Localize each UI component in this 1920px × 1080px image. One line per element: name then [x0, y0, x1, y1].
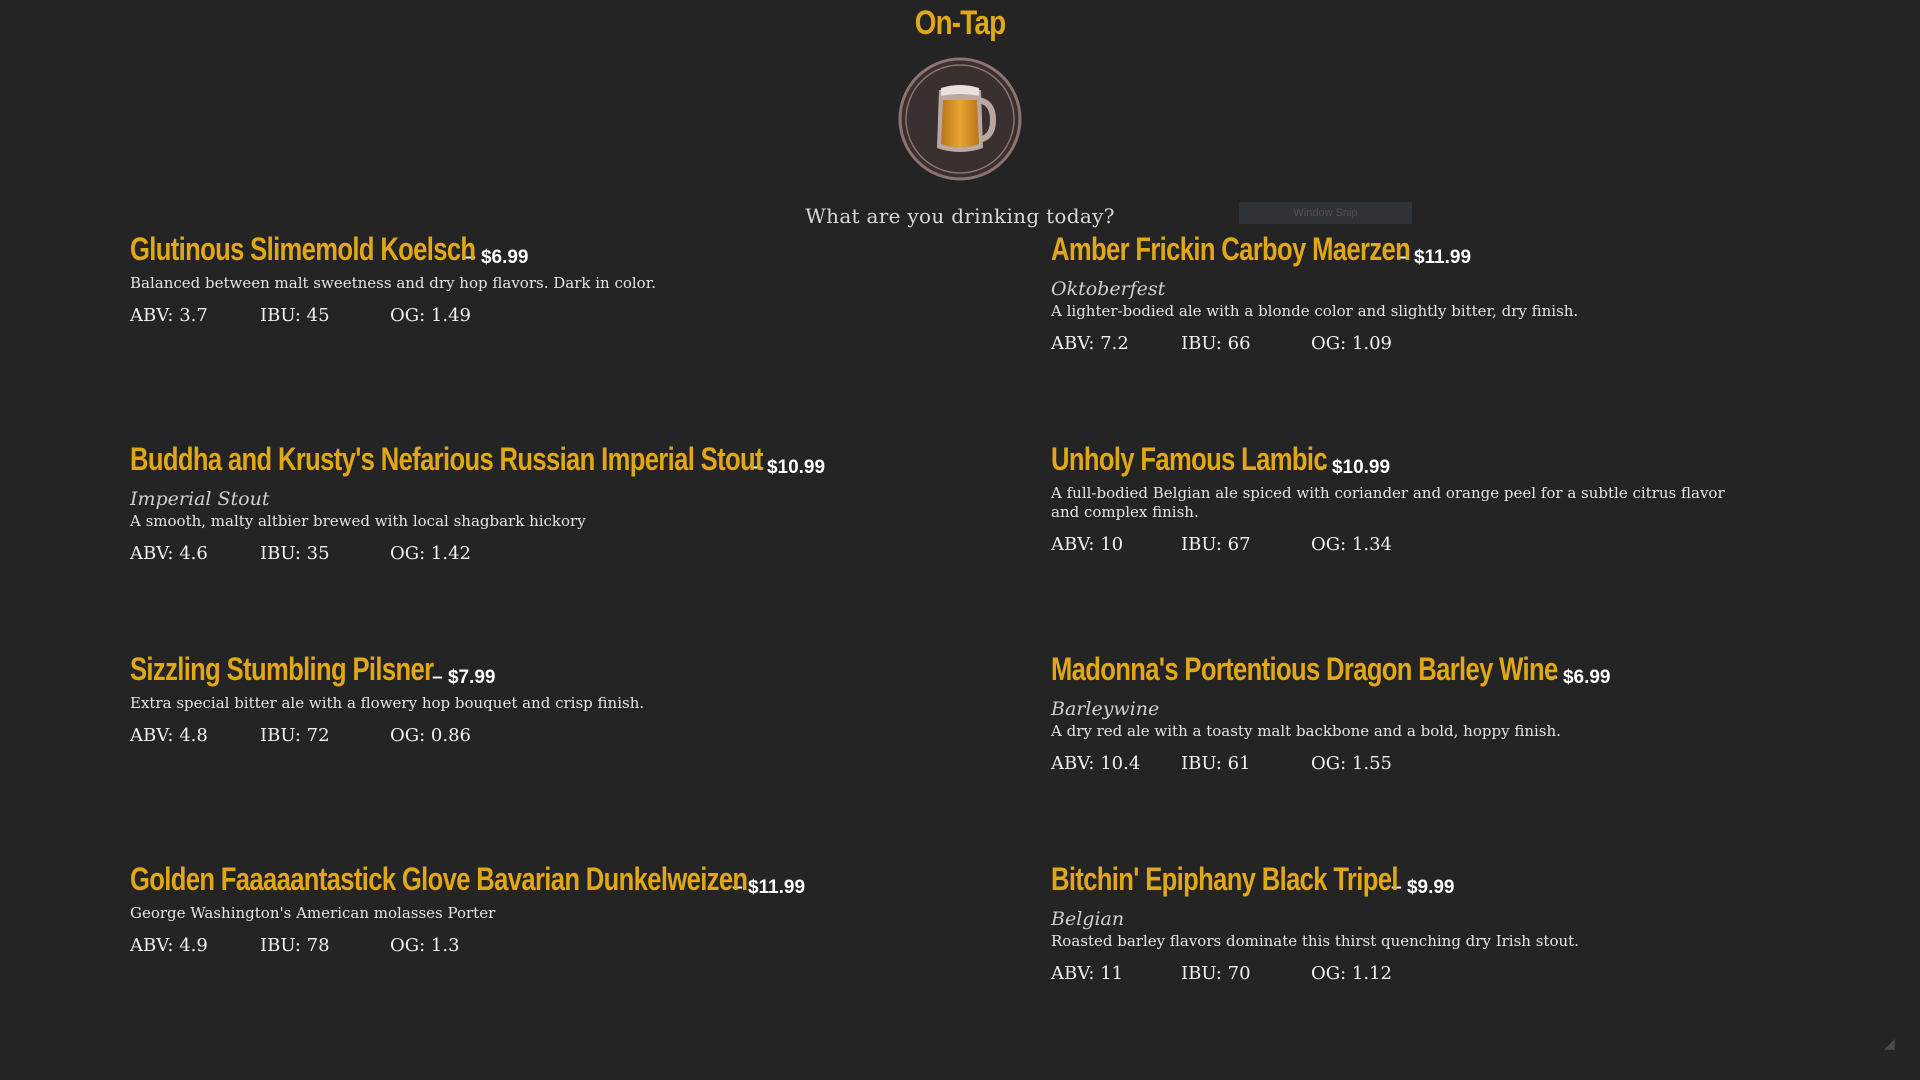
beer-card: Unholy Famous Lambic – $10.99 A full-bod… — [1051, 440, 1920, 555]
beer-og: OG: 1.55 — [1311, 753, 1392, 774]
beer-og: OG: 1.49 — [390, 305, 471, 326]
beer-stats: ABV: 10.4 IBU: 61 OG: 1.55 — [1051, 753, 1920, 774]
beer-card: Glutinous Slimemold Koelsch – $6.99 Bala… — [130, 230, 1030, 326]
beer-ibu: IBU: 61 — [1181, 753, 1251, 774]
beer-card: Bitchin' Epiphany Black Tripel – $9.99 B… — [1051, 860, 1920, 984]
beer-abv: ABV: 4.9 — [130, 935, 208, 956]
beer-stats: ABV: 4.9 IBU: 78 OG: 1.3 — [130, 935, 1030, 956]
beer-style: Belgian — [1051, 908, 1125, 930]
beer-description: A full-bodied Belgian ale spiced with co… — [1051, 484, 1725, 521]
beer-og: OG: 1.42 — [390, 543, 471, 564]
beer-style: Oktoberfest — [1051, 278, 1166, 300]
page-title: On-Tap — [914, 4, 1006, 42]
beer-og: OG: 1.12 — [1311, 963, 1392, 984]
beer-abv: ABV: 4.6 — [130, 543, 208, 564]
beer-price: – $10.99 — [1316, 457, 1391, 478]
beer-mug-icon — [898, 57, 1022, 181]
beer-description: A smooth, malty altbier brewed with loca… — [130, 512, 586, 530]
beer-price: – $9.99 — [1391, 877, 1455, 898]
beer-stats: ABV: 4.8 IBU: 72 OG: 0.86 — [130, 725, 1030, 746]
beer-name: Bitchin' Epiphany Black Tripel — [1051, 861, 1398, 897]
beer-ibu: IBU: 45 — [260, 305, 330, 326]
beer-card: Buddha and Krusty's Nefarious Russian Im… — [130, 440, 1030, 564]
beer-description: A dry red ale with a toasty malt backbon… — [1051, 722, 1561, 740]
beer-name: Golden Faaaaantastick Glove Bavarian Dun… — [130, 861, 748, 897]
beer-card: Golden Faaaaantastick Glove Bavarian Dun… — [130, 860, 1030, 956]
beer-description: Roasted barley flavors dominate this thi… — [1051, 932, 1579, 950]
beer-ibu: IBU: 78 — [260, 935, 330, 956]
beer-abv: ABV: 7.2 — [1051, 333, 1129, 354]
beer-og: OG: 1.09 — [1311, 333, 1392, 354]
beer-abv: ABV: 4.8 — [130, 725, 208, 746]
beer-name: Sizzling Stumbling Pilsner — [130, 651, 434, 687]
beer-description: Balanced between malt sweetness and dry … — [130, 274, 657, 292]
beer-og: OG: 0.86 — [390, 725, 471, 746]
beer-card: Amber Frickin Carboy Maerzen – $11.99 Ok… — [1051, 230, 1920, 354]
beer-style: Imperial Stout — [130, 488, 270, 510]
beer-ibu: IBU: 70 — [1181, 963, 1251, 984]
beer-ibu: IBU: 67 — [1181, 534, 1251, 555]
beer-ibu: IBU: 72 — [260, 725, 330, 746]
beer-og: OG: 1.3 — [390, 935, 460, 956]
beer-name: Buddha and Krusty's Nefarious Russian Im… — [130, 441, 763, 477]
beer-abv: ABV: 10.4 — [1051, 753, 1141, 774]
window-snip-overlay[interactable]: Window Snip — [1239, 202, 1412, 224]
beer-description: Extra special bitter ale with a flowery … — [130, 694, 645, 712]
beer-stats: ABV: 3.7 IBU: 45 OG: 1.49 — [130, 305, 1030, 326]
beer-abv: ABV: 11 — [1051, 963, 1124, 984]
beer-ibu: IBU: 66 — [1181, 333, 1251, 354]
beer-description: A lighter-bodied ale with a blonde color… — [1051, 302, 1579, 320]
beer-name: Madonna's Portentious Dragon Barley Wine — [1051, 651, 1558, 687]
beer-abv: ABV: 10 — [1051, 534, 1124, 555]
tagline: What are you drinking today? — [805, 204, 1115, 228]
beer-card: Sizzling Stumbling Pilsner – $7.99 Extra… — [130, 650, 1030, 746]
beer-ibu: IBU: 35 — [260, 543, 330, 564]
beer-name: Amber Frickin Carboy Maerzen — [1051, 231, 1411, 267]
beer-stats: ABV: 4.6 IBU: 35 OG: 1.42 — [130, 543, 1030, 564]
beer-og: OG: 1.34 — [1311, 534, 1392, 555]
beer-price: – $7.99 — [432, 667, 496, 688]
beer-name: Glutinous Slimemold Koelsch — [130, 231, 476, 267]
beer-stats: ABV: 10 IBU: 67 OG: 1.34 — [1051, 534, 1920, 555]
resize-handle-icon[interactable]: ◢ — [1884, 1036, 1898, 1052]
beer-card: Madonna's Portentious Dragon Barley Wine… — [1051, 650, 1920, 774]
beer-style: Barleywine — [1051, 698, 1160, 720]
beer-stats: ABV: 7.2 IBU: 66 OG: 1.09 — [1051, 333, 1920, 354]
beer-abv: ABV: 3.7 — [130, 305, 208, 326]
beer-stats: ABV: 11 IBU: 70 OG: 1.12 — [1051, 963, 1920, 984]
beer-description: George Washington's American molasses Po… — [130, 904, 496, 922]
beer-name: Unholy Famous Lambic — [1051, 441, 1328, 477]
